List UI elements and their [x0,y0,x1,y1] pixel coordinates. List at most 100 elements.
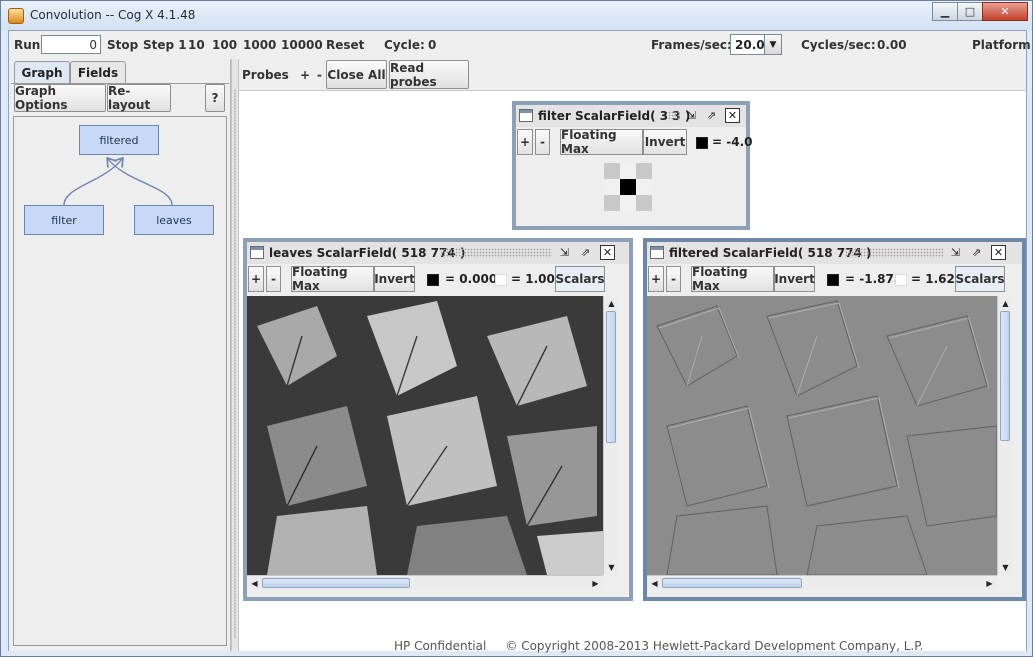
invert-button[interactable]: Invert [774,266,815,292]
frame-icon [250,246,264,259]
zoom-out-button[interactable]: - [666,266,681,292]
scroll-up-icon[interactable]: ▲ [604,296,619,311]
step1-button[interactable]: Step 1 [143,38,187,52]
remove-probe-button[interactable]: - [317,68,322,82]
node-filtered[interactable]: filtered [79,125,159,155]
iconify-icon[interactable]: ⇲ [948,245,963,260]
add-probe-button[interactable]: + [300,68,310,82]
minimize-icon[interactable]: ▁ [932,2,958,21]
scroll-up-icon[interactable]: ▲ [998,296,1013,311]
scalars-button[interactable]: Scalars [555,266,605,292]
stop-button[interactable]: Stop [107,38,138,52]
footer: HP Confidential © Copyright 2008-2013 He… [394,639,923,653]
maximize-frame-icon[interactable]: ⇗ [704,108,719,123]
cycle-value: 0 [428,38,437,52]
kernel-cell [620,163,636,179]
zoom-in-button[interactable]: + [248,266,264,292]
help-button[interactable]: ? [205,84,225,112]
black-swatch [427,274,439,286]
iconify-icon[interactable]: ⇲ [557,245,572,260]
leaves-image[interactable] [247,296,603,575]
horizontal-scrollbar[interactable]: ◀ ▶ [647,575,997,590]
read-probes-button[interactable]: Read probes [389,60,469,89]
split-pane-divider[interactable] [231,59,239,651]
filtered-image[interactable] [647,296,997,575]
cycle-label: Cycle: [384,38,425,52]
step10-button[interactable]: 10 [188,38,205,52]
run-cycles-input[interactable] [41,35,101,54]
black-swatch [827,274,839,286]
fps-select[interactable]: 20.0 ▼ [730,34,782,55]
scroll-left-icon[interactable]: ◀ [247,576,262,591]
close-icon[interactable]: ✕ [982,2,1028,21]
scroll-down-icon[interactable]: ▼ [604,560,619,575]
scroll-down-icon[interactable]: ▼ [998,560,1013,575]
graph-edges [63,117,173,206]
zoom-in-button[interactable]: + [648,266,664,292]
scroll-thumb[interactable] [262,578,410,588]
vertical-scrollbar[interactable]: ▲ ▼ [997,296,1012,575]
node-leaves[interactable]: leaves [134,205,214,235]
frame-icon [519,109,533,122]
probe-title: leaves ScalarField( 518 774 ) [269,246,466,260]
vertical-scrollbar[interactable]: ▲ ▼ [603,296,618,575]
kernel-cell [620,179,636,195]
probe-titlebar[interactable]: filtered ScalarField( 518 774 ) ⇲ ⇗ ✕ [647,242,1022,264]
relayout-button[interactable]: Re-layout [107,84,171,112]
zoom-out-button[interactable]: - [266,266,281,292]
graph-canvas: filtered filter leaves [13,116,227,646]
title-bar: Convolution -- Cog X 4.1.48 ▁ □ ✕ [1,1,1032,30]
floating-max-button[interactable]: Floating Max [560,128,643,156]
invert-button[interactable]: Invert [374,266,415,292]
run-button[interactable]: Run [14,38,40,52]
kernel-cell [636,195,652,211]
probe-window-filtered: filtered ScalarField( 518 774 ) ⇲ ⇗ ✕ + … [643,238,1026,601]
black-value: = 0.000 [445,272,498,286]
zoom-in-button[interactable]: + [517,129,533,155]
zoom-out-button[interactable]: - [535,129,550,155]
left-panel: Graph Fields Graph Options Re-layout ? f… [9,59,231,651]
tab-graph[interactable]: Graph [14,61,70,83]
reset-button[interactable]: Reset [326,38,364,52]
fps-label: Frames/sec: [651,38,732,52]
copyright-notice: © Copyright 2008-2013 Hewlett-Packard De… [505,639,924,653]
probe-window-filter: filter ScalarField( 3 3 ) ⇲ ⇗ ✕ + - Floa… [512,101,752,230]
step10000-button[interactable]: 10000 [281,38,323,52]
node-filter[interactable]: filter [24,205,104,235]
step1000-button[interactable]: 1000 [243,38,276,52]
scroll-thumb[interactable] [1000,311,1010,441]
probe-titlebar[interactable]: leaves ScalarField( 518 774 ) ⇲ ⇗ ✕ [247,242,629,264]
main-toolbar: Run Stop Step 1 10 100 1000 10000 Reset … [9,31,1031,59]
close-frame-icon[interactable]: ✕ [600,245,615,260]
dropdown-arrow-icon[interactable]: ▼ [764,35,781,54]
close-frame-icon[interactable]: ✕ [725,108,740,123]
invert-button[interactable]: Invert [643,129,687,155]
step100-button[interactable]: 100 [212,38,237,52]
floating-max-button[interactable]: Floating Max [291,265,374,293]
close-frame-icon[interactable]: ✕ [991,245,1006,260]
graph-options-button[interactable]: Graph Options [14,84,106,112]
maximize-icon[interactable]: □ [957,2,983,21]
content-area: Run Stop Step 1 10 100 1000 10000 Reset … [8,30,1031,653]
kernel-cell [604,163,620,179]
maximize-frame-icon[interactable]: ⇗ [578,245,593,260]
close-all-button[interactable]: Close All [326,60,387,89]
probe-toolbar: Probes + - Close All Read probes [239,59,1026,91]
kernel-cell [636,179,652,195]
horizontal-scrollbar[interactable]: ◀ ▶ [247,575,603,590]
scroll-right-icon[interactable]: ▶ [982,576,997,591]
probe-titlebar[interactable]: filter ScalarField( 3 3 ) ⇲ ⇗ ✕ [516,105,746,127]
floating-max-button[interactable]: Floating Max [691,265,774,293]
scalars-button[interactable]: Scalars [955,266,1005,292]
scroll-thumb[interactable] [662,578,802,588]
app-window: Convolution -- Cog X 4.1.48 ▁ □ ✕ Run St… [0,0,1033,657]
scroll-thumb[interactable] [606,311,616,443]
scroll-left-icon[interactable]: ◀ [647,576,662,591]
probes-label: Probes [242,68,289,82]
platform-menu[interactable]: Platform [972,38,1031,52]
maximize-frame-icon[interactable]: ⇗ [969,245,984,260]
probe-toolbar: + - Floating Max Invert = 0.000 = 1.000 … [247,264,629,294]
iconify-icon[interactable]: ⇲ [684,108,699,123]
tab-fields[interactable]: Fields [70,61,126,83]
scroll-right-icon[interactable]: ▶ [588,576,603,591]
